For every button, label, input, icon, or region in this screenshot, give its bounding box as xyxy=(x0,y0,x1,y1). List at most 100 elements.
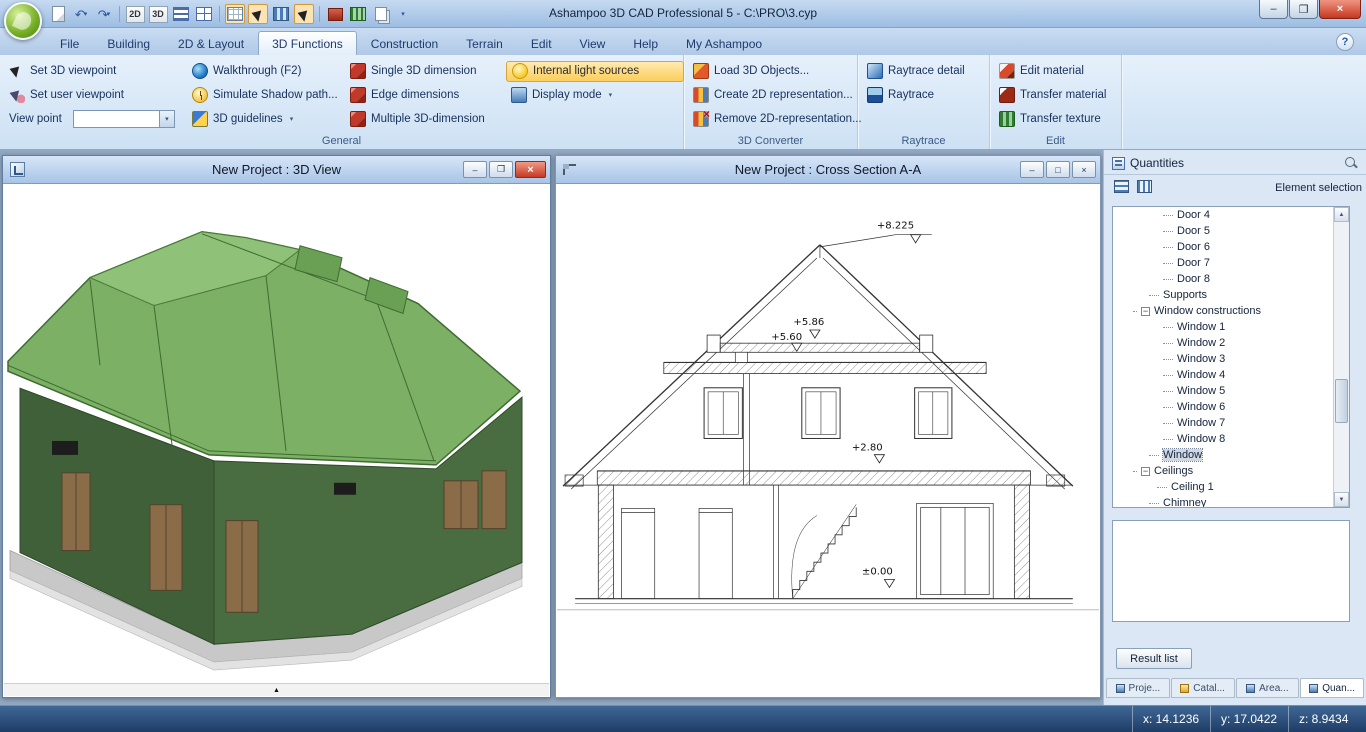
grid-select-icon[interactable] xyxy=(248,4,268,24)
tab-2d-layout[interactable]: 2D & Layout xyxy=(164,31,258,55)
window-titlebar[interactable]: New Project : 3D View – ❐ × xyxy=(3,156,550,184)
tree-item-door-4[interactable]: Door 4 xyxy=(1113,207,1333,223)
tree-item-window-8[interactable]: Window 8 xyxy=(1113,431,1333,447)
tree-item-window-6[interactable]: Window 6 xyxy=(1113,399,1333,415)
view-3d-icon[interactable]: 3D xyxy=(148,4,168,24)
tab-file[interactable]: File xyxy=(46,31,93,55)
display-mode-button[interactable]: Display mode▾ xyxy=(506,85,684,106)
edge-dimensions-button[interactable]: Edge dimensions xyxy=(345,85,506,106)
cross-section-viewport[interactable]: +8.225 +5.86 +5.60 xyxy=(557,184,1099,696)
tree-item-window-5[interactable]: Window 5 xyxy=(1113,383,1333,399)
ashampoo-logo[interactable] xyxy=(4,2,42,40)
raytrace-icon xyxy=(867,87,883,103)
minimize-button[interactable]: – xyxy=(1020,161,1044,178)
tab-quantities[interactable]: Quan... xyxy=(1300,678,1364,698)
help-icon[interactable]: ? xyxy=(1336,33,1354,51)
columns-icon[interactable] xyxy=(271,4,291,24)
3d-guidelines-button[interactable]: 3D guidelines▾ xyxy=(187,109,345,130)
tab-3d-functions[interactable]: 3D Functions xyxy=(258,31,357,55)
view-point-combobox[interactable]: ▾ xyxy=(73,110,175,128)
scrollbar-track[interactable] xyxy=(1334,222,1349,492)
transfer-texture-button[interactable]: Transfer texture xyxy=(994,109,1119,130)
tree-item-door-7[interactable]: Door 7 xyxy=(1113,255,1333,271)
minimize-button[interactable]: – xyxy=(463,161,487,178)
tab-view[interactable]: View xyxy=(566,31,620,55)
result-list-button[interactable]: Result list xyxy=(1116,648,1192,669)
minimize-button[interactable]: – xyxy=(1259,0,1288,19)
scroll-up-icon[interactable]: ▲ xyxy=(1334,207,1349,222)
internal-light-sources-button[interactable]: Internal light sources xyxy=(506,61,684,82)
tree-item-door-6[interactable]: Door 6 xyxy=(1113,239,1333,255)
texture-icon[interactable] xyxy=(348,4,368,24)
copy-icon[interactable] xyxy=(371,4,391,24)
create-2d-representation-button[interactable]: Create 2D representation... xyxy=(688,85,867,106)
load-3d-objects-button[interactable]: Load 3D Objects... xyxy=(688,61,867,82)
tab-terrain[interactable]: Terrain xyxy=(452,31,517,55)
resize-handle-icon[interactable]: ▲ xyxy=(273,687,280,694)
maximize-button[interactable]: ❐ xyxy=(1289,0,1318,19)
tree-item-door-5[interactable]: Door 5 xyxy=(1113,223,1333,239)
tab-help[interactable]: Help xyxy=(619,31,672,55)
restore-button[interactable]: ❐ xyxy=(489,161,513,178)
close-button[interactable]: × xyxy=(1072,161,1096,178)
view-2d-icon[interactable]: 2D xyxy=(125,4,145,24)
layers-icon[interactable] xyxy=(171,4,191,24)
undo-icon[interactable]: ↶▾ xyxy=(71,4,91,24)
scrollbar-thumb[interactable] xyxy=(1335,379,1348,423)
horizontal-scrollbar[interactable]: ▲ xyxy=(4,683,549,696)
grid-icon[interactable] xyxy=(225,4,245,24)
tree-item-window-4[interactable]: Window 4 xyxy=(1113,367,1333,383)
set-3d-viewpoint-button[interactable]: Set 3D viewpoint xyxy=(4,61,187,82)
tab-edit[interactable]: Edit xyxy=(517,31,566,55)
tab-project[interactable]: Proje... xyxy=(1106,678,1170,698)
tree-item-window-1[interactable]: Window 1 xyxy=(1113,319,1333,335)
tree-item-window-2[interactable]: Window 2 xyxy=(1113,335,1333,351)
single-3d-dimension-button[interactable]: Single 3D dimension xyxy=(345,61,506,82)
tree-scrollbar[interactable]: ▲ ▼ xyxy=(1333,207,1349,507)
collapse-icon[interactable]: − xyxy=(1141,307,1150,316)
transfer-material-button[interactable]: Transfer material xyxy=(994,85,1119,106)
remove-2d-representation-button[interactable]: Remove 2D-representation... xyxy=(688,109,867,130)
pointer-icon[interactable] xyxy=(294,4,314,24)
window-titlebar[interactable]: New Project : Cross Section A-A – □ × xyxy=(556,156,1100,184)
tree-view-icon[interactable] xyxy=(1114,180,1129,193)
tree-item-window-constructions[interactable]: −Window constructions xyxy=(1113,303,1333,319)
maximize-button[interactable]: □ xyxy=(1046,161,1070,178)
tree-item-chimney[interactable]: Chimney xyxy=(1113,495,1333,507)
combobox-dropdown-icon[interactable]: ▾ xyxy=(159,111,174,127)
3d-viewport[interactable]: ▲ xyxy=(4,184,549,696)
tab-construction[interactable]: Construction xyxy=(357,31,452,55)
tree-item-window-selected[interactable]: Window xyxy=(1113,447,1333,463)
set-user-viewpoint-button[interactable]: Set user viewpoint xyxy=(4,85,187,106)
raytrace-button[interactable]: Raytrace xyxy=(862,85,987,106)
brick-icon[interactable] xyxy=(325,4,345,24)
scroll-down-icon[interactable]: ▼ xyxy=(1334,492,1349,507)
new-document-icon[interactable] xyxy=(48,4,68,24)
tree-item-ceiling-1[interactable]: Ceiling 1 xyxy=(1113,479,1333,495)
collapse-icon[interactable]: − xyxy=(1141,467,1150,476)
tab-catalog[interactable]: Catal... xyxy=(1171,678,1235,698)
tab-area[interactable]: Area... xyxy=(1236,678,1300,698)
walkthrough-button[interactable]: Walkthrough (F2) xyxy=(187,61,345,82)
tree-item-window-7[interactable]: Window 7 xyxy=(1113,415,1333,431)
tab-my-ashampoo[interactable]: My Ashampoo xyxy=(672,31,776,55)
tree-item-door-8[interactable]: Door 8 xyxy=(1113,271,1333,287)
ribbon-tab-bar: File Building 2D & Layout 3D Functions C… xyxy=(0,28,1366,55)
redo-icon[interactable]: ↷▾ xyxy=(94,4,114,24)
ribbon-spacer xyxy=(506,109,684,130)
coordinate-z: z: 8.9434 xyxy=(1288,706,1366,732)
magnifier-icon[interactable] xyxy=(1344,156,1358,170)
tab-building[interactable]: Building xyxy=(93,31,164,55)
edit-material-button[interactable]: Edit material xyxy=(994,61,1119,82)
tree-item-window-3[interactable]: Window 3 xyxy=(1113,351,1333,367)
list-view-icon[interactable] xyxy=(1137,180,1152,193)
toolbar-dropdown-icon[interactable]: ▾ xyxy=(394,4,414,24)
simulate-shadow-button[interactable]: Simulate Shadow path... xyxy=(187,85,345,106)
close-button[interactable]: × xyxy=(515,161,546,178)
tree-item-ceilings[interactable]: −Ceilings xyxy=(1113,463,1333,479)
close-button[interactable]: × xyxy=(1319,0,1361,19)
tree-item-supports[interactable]: Supports xyxy=(1113,287,1333,303)
table-icon[interactable] xyxy=(194,4,214,24)
multiple-3d-dimension-button[interactable]: Multiple 3D-dimension xyxy=(345,109,506,130)
raytrace-detail-button[interactable]: Raytrace detail xyxy=(862,61,987,82)
